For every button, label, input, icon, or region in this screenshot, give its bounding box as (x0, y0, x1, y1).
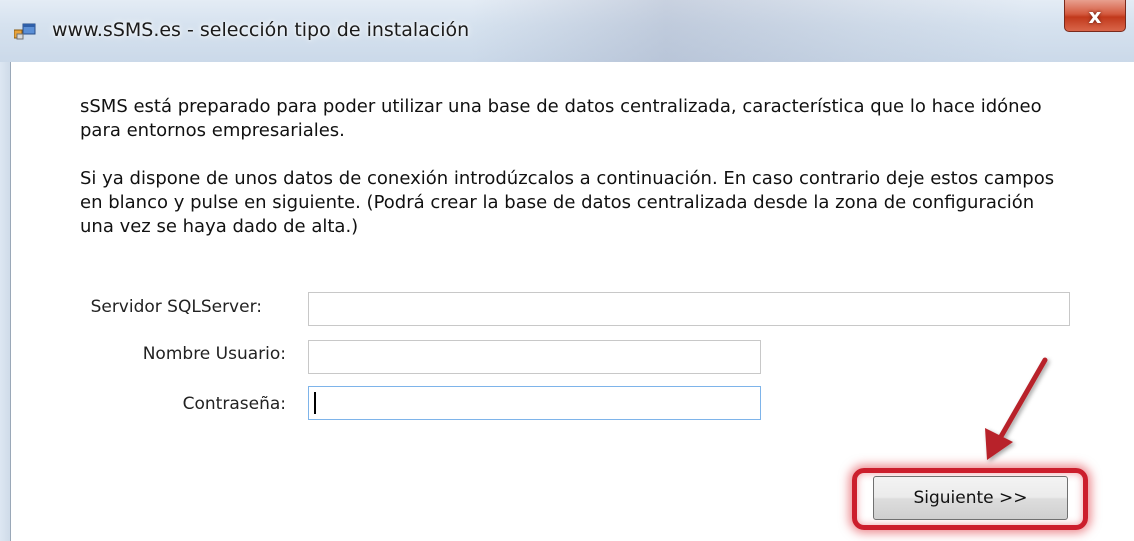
close-button[interactable]: x (1064, 0, 1126, 32)
password-label: Contraseña: (182, 394, 286, 414)
text-caret (314, 392, 316, 414)
title-bar[interactable]: www.sSMS.es - selección tipo de instalac… (0, 0, 1134, 62)
password-input[interactable] (308, 386, 761, 420)
server-label: Servidor SQLServer: (90, 297, 262, 317)
username-label: Nombre Usuario: (142, 344, 286, 364)
intro-paragraph-2: Si ya dispone de unos datos de conexión … (80, 168, 1055, 237)
window-frame-left (0, 62, 10, 541)
app-window-icon (14, 23, 36, 40)
pointer-arrow-icon (985, 357, 1048, 460)
close-icon: x (1088, 3, 1102, 28)
server-input[interactable] (308, 292, 1070, 326)
window-title: www.sSMS.es - selección tipo de instalac… (52, 19, 470, 41)
next-button[interactable]: Siguiente >> (873, 476, 1068, 520)
username-input[interactable] (308, 340, 761, 374)
intro-paragraph-1: sSMS está preparado para poder utilizar … (80, 96, 1042, 141)
